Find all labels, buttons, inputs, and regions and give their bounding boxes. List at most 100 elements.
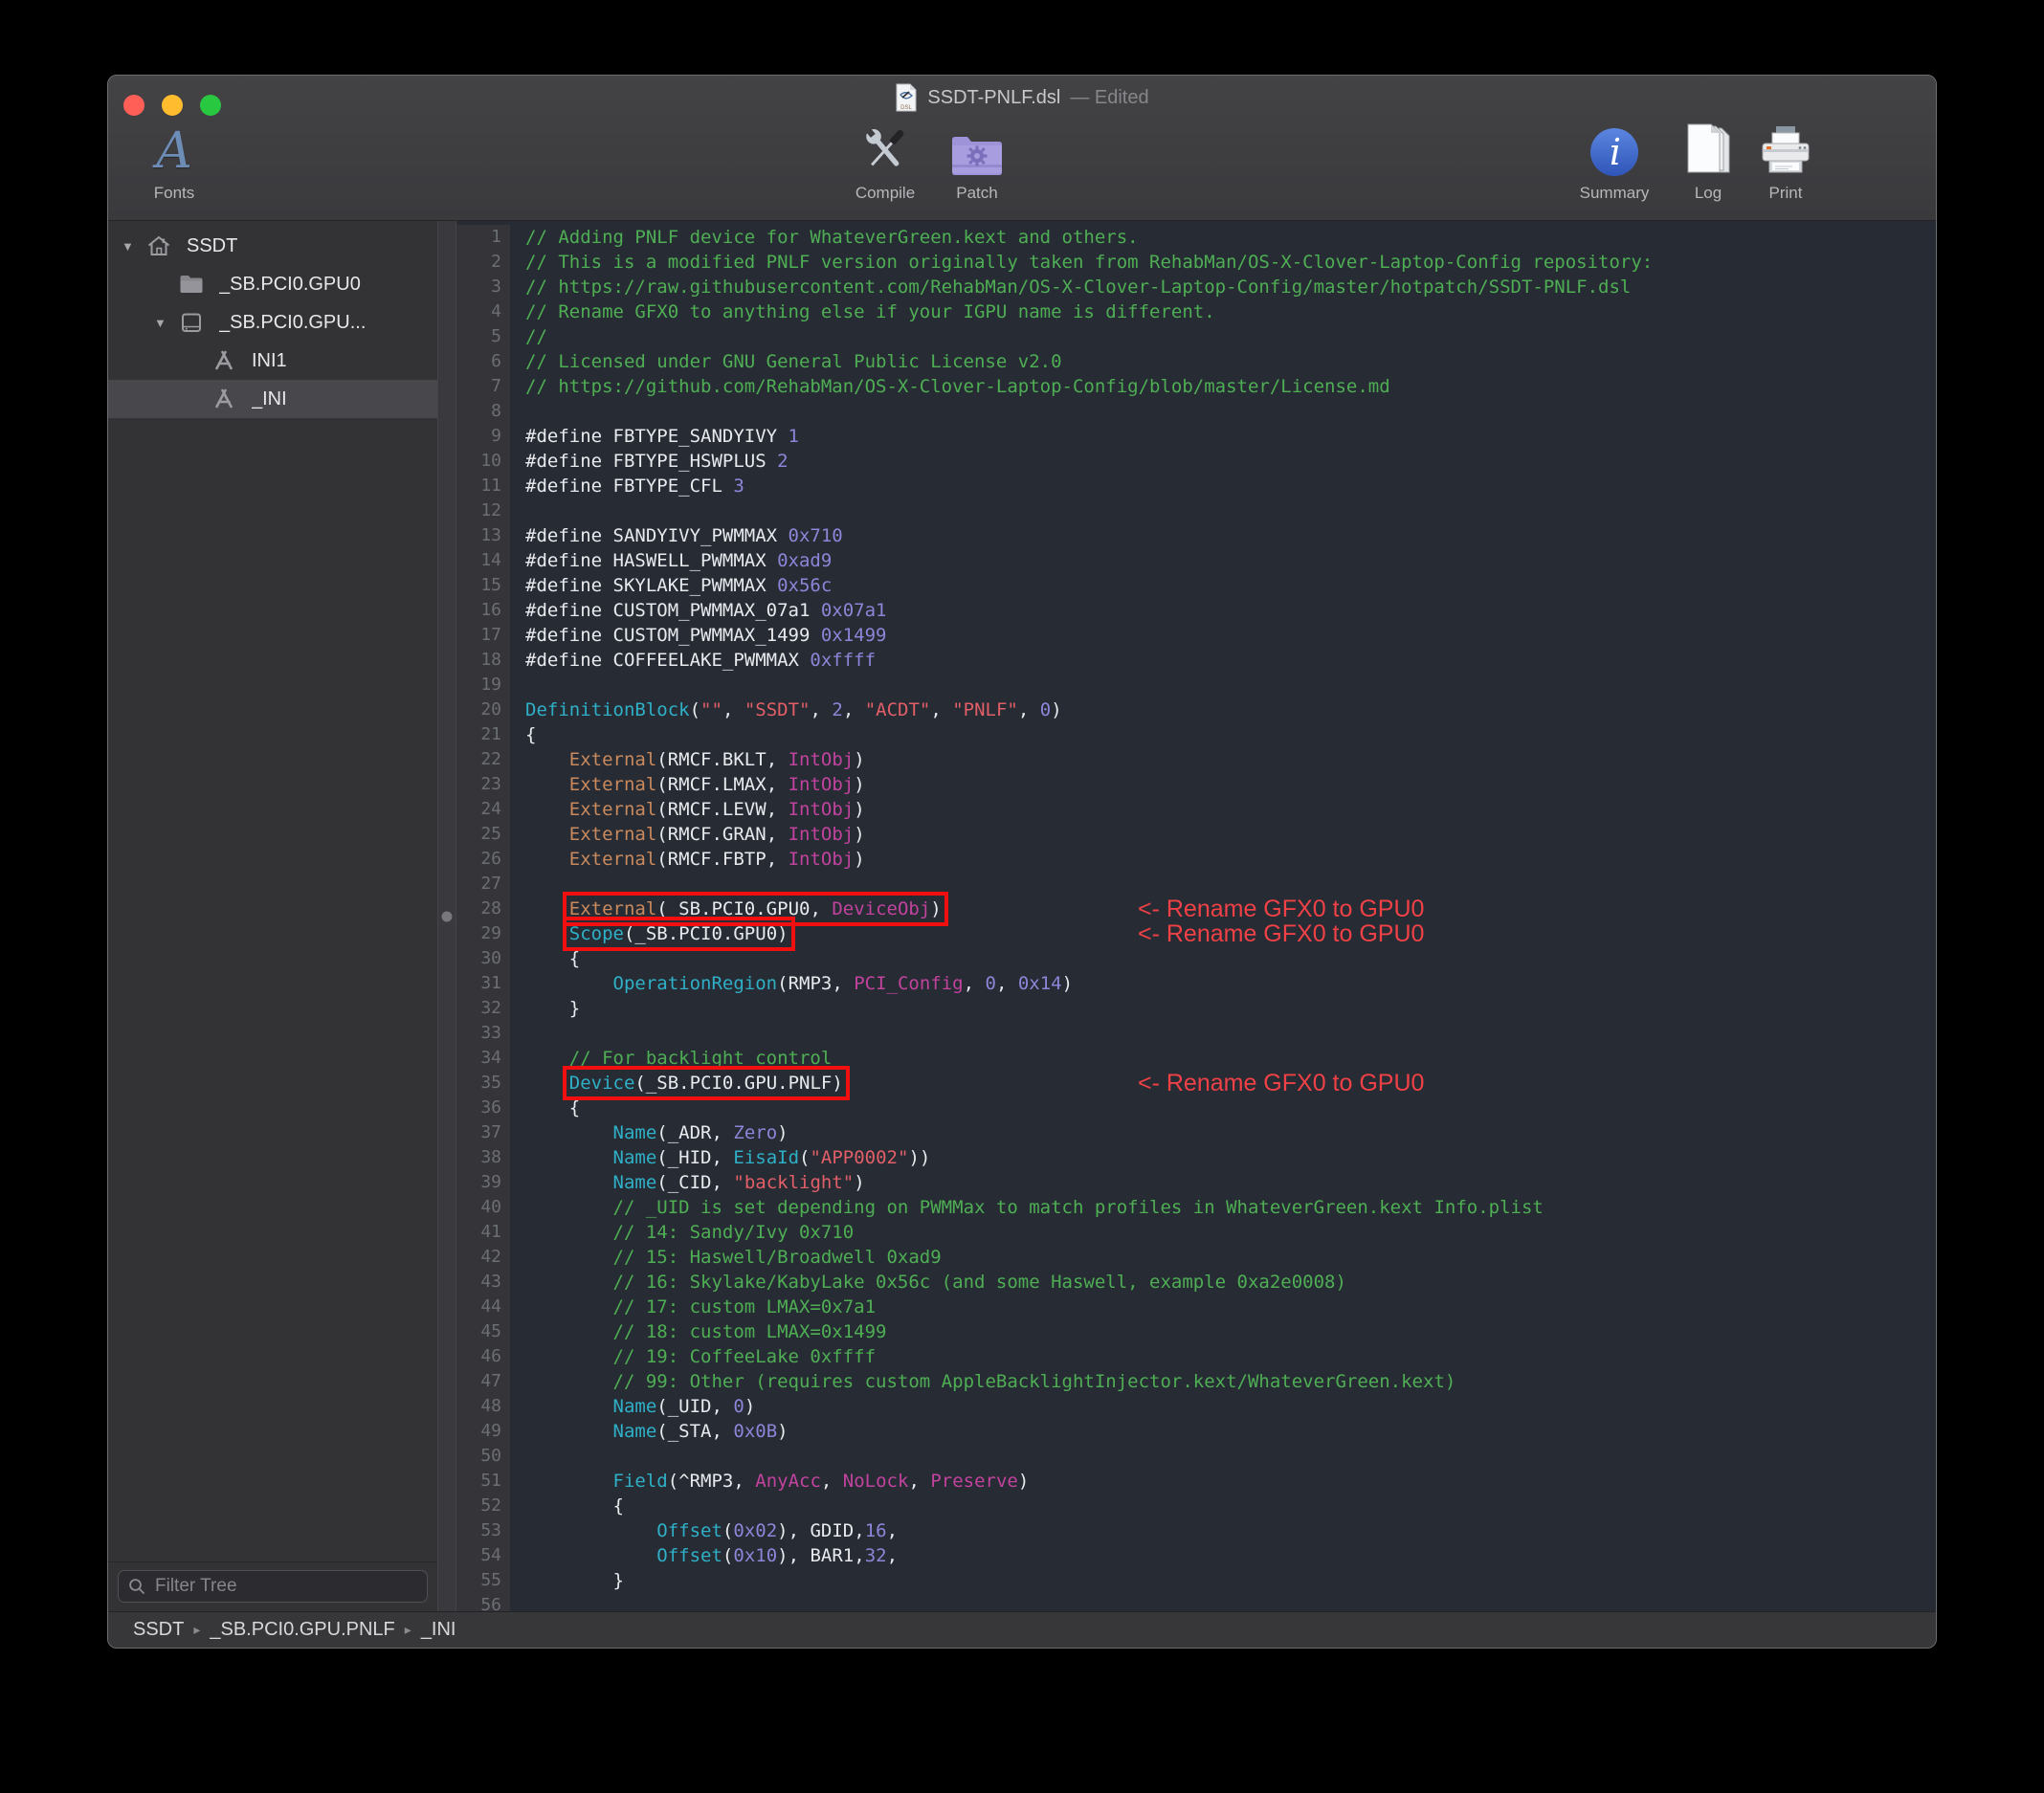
- code-line-28[interactable]: 28 External(_SB.PCI0.GPU0, DeviceObj) <- …: [456, 892, 1936, 926]
- main-split: ▼ SSDT _SB.PCI0.GPU0 ▼ _SB.PCI0.GPU... INI1 _I…: [108, 221, 1936, 1611]
- code-line-4[interactable]: 4 // Rename GFX0 to anything else if your…: [456, 299, 1936, 324]
- code-line-30[interactable]: 30 {: [456, 946, 1936, 971]
- code-line-2[interactable]: 2 // This is a modified PNLF version orig…: [456, 250, 1936, 275]
- sidebar-item-ini[interactable]: _INI: [108, 380, 437, 418]
- line-number: 47: [456, 1369, 510, 1394]
- code-line-35[interactable]: 35 Device(_SB.PCI0.GPU.PNLF) <- Rename GF…: [456, 1066, 1936, 1100]
- line-number: 34: [456, 1046, 510, 1071]
- code-line-56[interactable]: 56: [456, 1593, 1936, 1611]
- code-editor[interactable]: 1 // Adding PNLF device for WhateverGreen…: [456, 221, 1936, 1611]
- code-line-13[interactable]: 13 #define SANDYIVY_PWMMAX 0x710: [456, 523, 1936, 548]
- code-line-8[interactable]: 8: [456, 399, 1936, 424]
- code-line-40[interactable]: 40 // _UID is set depending on PWMMax to…: [456, 1195, 1936, 1220]
- code-line-11[interactable]: 11 #define FBTYPE_CFL 3: [456, 474, 1936, 498]
- code-line-43[interactable]: 43 // 16: Skylake/KabyLake 0x56c (and so…: [456, 1270, 1936, 1295]
- code-line-1[interactable]: 1 // Adding PNLF device for WhateverGreen…: [456, 225, 1936, 250]
- code-line-16[interactable]: 16 #define CUSTOM_PWMMAX_07a1 0x07a1: [456, 598, 1936, 623]
- sidebar-item-sb-pci0-gpu[interactable]: ▼ _SB.PCI0.GPU...: [108, 303, 437, 342]
- code-line-18[interactable]: 18 #define COFFEELAKE_PWMMAX 0xffff: [456, 648, 1936, 673]
- filter-tree-input[interactable]: [153, 1575, 417, 1598]
- code-line-48[interactable]: 48 Name(_UID, 0): [456, 1394, 1936, 1419]
- line-number: 13: [456, 523, 510, 548]
- code-line-15[interactable]: 15 #define SKYLAKE_PWMMAX 0x56c: [456, 573, 1936, 598]
- filter-field[interactable]: [118, 1570, 428, 1603]
- breadcrumb-item[interactable]: _SB.PCI0.GPU.PNLF: [210, 1619, 394, 1641]
- code-line-19[interactable]: 19: [456, 673, 1936, 697]
- code-line-25[interactable]: 25 External(RMCF.GRAN, IntObj): [456, 822, 1936, 847]
- line-number: 19: [456, 673, 510, 697]
- code-line-7[interactable]: 7 // https://github.com/RehabMan/OS-X-Clo…: [456, 374, 1936, 399]
- line-number: 22: [456, 747, 510, 772]
- patch-button[interactable]: Patch: [924, 118, 1030, 204]
- code-line-49[interactable]: 49 Name(_STA, 0x0B): [456, 1419, 1936, 1444]
- title-toolbar: DSL SSDT-PNLF.dsl — Edited A Fonts Compi…: [108, 76, 1936, 221]
- code-line-41[interactable]: 41 // 14: Sandy/Ivy 0x710: [456, 1220, 1936, 1245]
- line-number: 27: [456, 872, 510, 896]
- disclosure-triangle-icon[interactable]: ▼: [122, 239, 146, 254]
- code-text: {: [525, 1495, 624, 1516]
- code-line-36[interactable]: 36 {: [456, 1096, 1936, 1120]
- line-number: 49: [456, 1419, 510, 1444]
- line-number: 16: [456, 598, 510, 623]
- code-line-12[interactable]: 12: [456, 498, 1936, 523]
- code-line-38[interactable]: 38 Name(_HID, EisaId("APP0002")): [456, 1145, 1936, 1170]
- code-line-6[interactable]: 6 // Licensed under GNU General Public Li…: [456, 349, 1936, 374]
- search-icon: [128, 1578, 145, 1595]
- line-number: 5: [456, 324, 510, 349]
- code-text: // Adding PNLF device for WhateverGreen.…: [525, 227, 1139, 248]
- sidebar-item-ssdt[interactable]: ▼ SSDT: [108, 227, 437, 265]
- code-line-23[interactable]: 23 External(RMCF.LMAX, IntObj): [456, 772, 1936, 797]
- code-line-5[interactable]: 5 //: [456, 324, 1936, 349]
- code-line-9[interactable]: 9 #define FBTYPE_SANDYIVY 1: [456, 424, 1936, 449]
- rename-annotation: <- Rename GFX0 to GPU0: [1138, 1070, 1425, 1096]
- code-line-29[interactable]: 29 Scope(_SB.PCI0.GPU0) <- Rename GFX0 to…: [456, 917, 1936, 951]
- code-line-20[interactable]: 20 DefinitionBlock("", "SSDT", 2, "ACDT",…: [456, 697, 1936, 722]
- code-line-46[interactable]: 46 // 19: CoffeeLake 0xffff: [456, 1344, 1936, 1369]
- code-line-54[interactable]: 54 Offset(0x10), BAR1,32,: [456, 1543, 1936, 1568]
- breadcrumb-item[interactable]: SSDT: [133, 1619, 184, 1641]
- divider-handle[interactable]: [441, 911, 453, 921]
- code-line-24[interactable]: 24 External(RMCF.LEVW, IntObj): [456, 797, 1936, 822]
- line-number: 36: [456, 1096, 510, 1120]
- code-line-10[interactable]: 10 #define FBTYPE_HSWPLUS 2: [456, 449, 1936, 474]
- code-line-32[interactable]: 32 }: [456, 996, 1936, 1021]
- code-line-55[interactable]: 55 }: [456, 1568, 1936, 1593]
- code-line-39[interactable]: 39 Name(_CID, "backlight"): [456, 1170, 1936, 1195]
- breadcrumb-separator-icon: ▸: [193, 1622, 201, 1637]
- code-line-37[interactable]: 37 Name(_ADR, Zero): [456, 1120, 1936, 1145]
- code-line-51[interactable]: 51 Field(^RMP3, AnyAcc, NoLock, Preserve…: [456, 1469, 1936, 1494]
- code-line-26[interactable]: 26 External(RMCF.FBTP, IntObj): [456, 847, 1936, 872]
- code-line-50[interactable]: 50: [456, 1444, 1936, 1469]
- line-number: 9: [456, 424, 510, 449]
- split-divider[interactable]: [437, 221, 456, 1611]
- code-line-52[interactable]: 52 {: [456, 1494, 1936, 1518]
- code-line-45[interactable]: 45 // 18: custom LMAX=0x1499: [456, 1319, 1936, 1344]
- code-line-31[interactable]: 31 OperationRegion(RMP3, PCI_Config, 0, …: [456, 971, 1936, 996]
- disclosure-triangle-icon[interactable]: ▼: [154, 316, 179, 330]
- code-line-42[interactable]: 42 // 15: Haswell/Broadwell 0xad9: [456, 1245, 1936, 1270]
- code-line-17[interactable]: 17 #define CUSTOM_PWMMAX_1499 0x1499: [456, 623, 1936, 648]
- breadcrumb-item[interactable]: _INI: [421, 1619, 456, 1641]
- code-text: Name(_CID, "backlight"): [612, 1172, 865, 1193]
- code-text: Name(_STA, 0x0B): [612, 1421, 789, 1442]
- code-line-27[interactable]: 27: [456, 872, 1936, 896]
- code-line-21[interactable]: 21 {: [456, 722, 1936, 747]
- compile-button[interactable]: Compile: [833, 118, 938, 204]
- code-line-44[interactable]: 44 // 17: custom LMAX=0x7a1: [456, 1295, 1936, 1319]
- document-proxy-icon[interactable]: DSL: [895, 83, 918, 112]
- line-number: 30: [456, 946, 510, 971]
- code-line-3[interactable]: 3 // https://raw.githubusercontent.com/Re…: [456, 275, 1936, 299]
- code-line-47[interactable]: 47 // 99: Other (requires custom AppleBa…: [456, 1369, 1936, 1394]
- line-number: 12: [456, 498, 510, 523]
- code-line-34[interactable]: 34 // For backlight control: [456, 1046, 1936, 1071]
- code-line-33[interactable]: 33: [456, 1021, 1936, 1046]
- code-line-53[interactable]: 53 Offset(0x02), GDID,16,: [456, 1518, 1936, 1543]
- sidebar-item-ini1[interactable]: INI1: [108, 342, 437, 380]
- code-line-22[interactable]: 22 External(RMCF.BKLT, IntObj): [456, 747, 1936, 772]
- fonts-button[interactable]: A Fonts: [122, 118, 227, 204]
- summary-button[interactable]: i Summary: [1562, 118, 1667, 204]
- sidebar-item-sb-pci0-gpu0[interactable]: _SB.PCI0.GPU0: [108, 265, 437, 303]
- code-line-14[interactable]: 14 #define HASWELL_PWMMAX 0xad9: [456, 548, 1936, 573]
- line-number: 24: [456, 797, 510, 822]
- print-button[interactable]: Print: [1733, 118, 1838, 204]
